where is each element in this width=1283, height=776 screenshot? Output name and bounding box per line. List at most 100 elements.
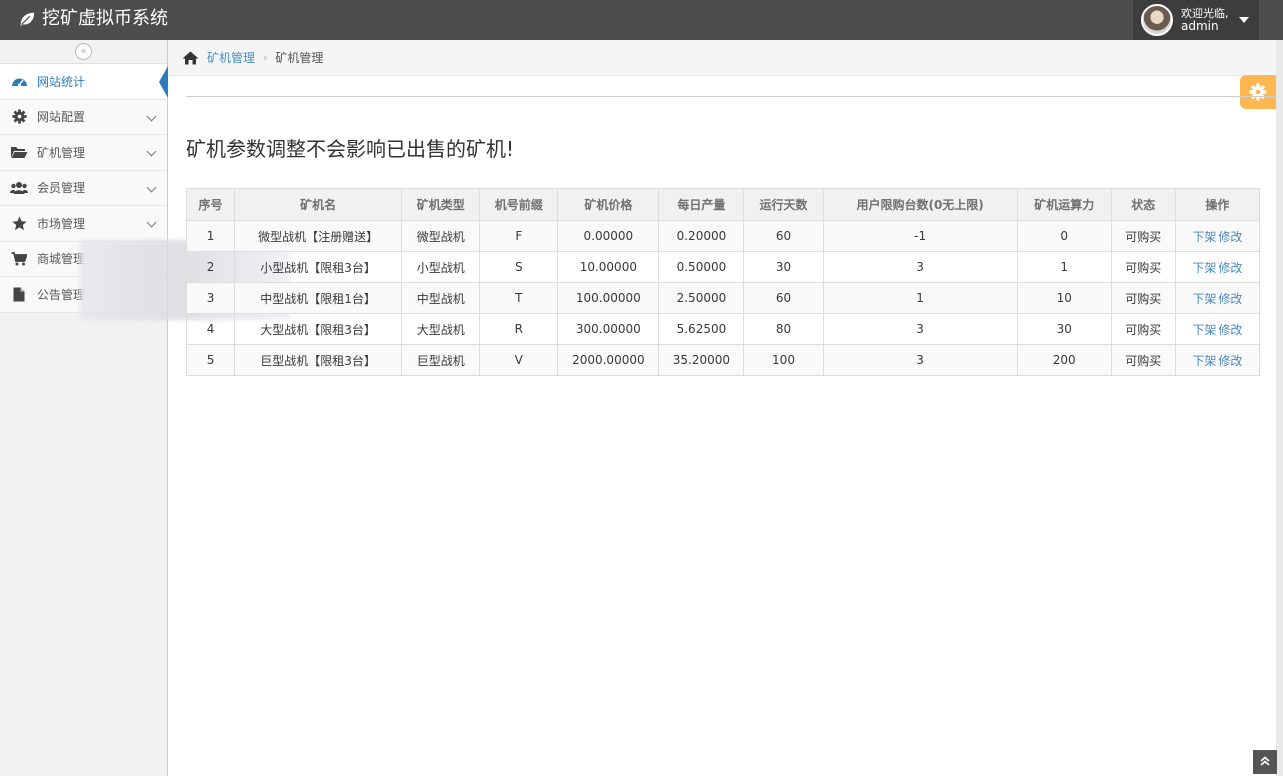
column-header[interactable]: 矿机类型	[401, 188, 481, 221]
back-to-top-button[interactable]	[1253, 750, 1277, 774]
cell-name: 大型战机【限租3台】	[234, 313, 403, 345]
cell-hashpower: 30	[1016, 313, 1112, 345]
column-header[interactable]: 矿机价格	[557, 188, 660, 221]
cell-run-days: 80	[743, 313, 824, 345]
document-icon	[10, 286, 28, 302]
cell-daily-output: 35.20000	[658, 344, 745, 376]
cell-index: 5	[185, 344, 236, 376]
column-header[interactable]: 序号	[185, 188, 236, 221]
cart-icon	[10, 251, 28, 267]
cell-prefix: F	[479, 220, 559, 252]
table-row: 4 大型战机【限租3台】 大型战机 R 300.00000 5.62500 80…	[185, 313, 1261, 345]
settings-toggle-button[interactable]	[1240, 75, 1276, 109]
sidebar-item-label: 网站统计	[37, 74, 86, 89]
column-header[interactable]: 运行天数	[743, 188, 824, 221]
gear-icon	[10, 109, 28, 125]
cell-price: 100.00000	[557, 282, 660, 314]
sidebar-item-label: 公告管理	[37, 287, 86, 302]
column-header[interactable]: 矿机名	[234, 188, 403, 221]
sidebar-item-market-management[interactable]: 市场管理	[0, 206, 167, 242]
chevron-down-icon	[146, 111, 157, 121]
column-header[interactable]: 机号前缀	[479, 188, 559, 221]
off-shelf-link[interactable]: 下架	[1192, 323, 1216, 337]
cell-daily-output: 2.50000	[658, 282, 745, 314]
app-brand[interactable]: 挖矿虚拟币系统	[18, 8, 168, 30]
breadcrumb-separator-icon: ›	[263, 51, 268, 64]
cell-type: 中型战机	[401, 282, 481, 314]
chevron-down-icon	[146, 146, 157, 157]
edit-link[interactable]: 修改	[1218, 323, 1242, 337]
cell-purchase-limit: -1	[822, 220, 1018, 252]
cell-index: 3	[185, 282, 236, 314]
cell-type: 微型战机	[401, 220, 481, 252]
sidebar-item-member-management[interactable]: 会员管理	[0, 170, 167, 206]
cell-hashpower: 0	[1016, 220, 1112, 252]
column-header[interactable]: 状态	[1110, 188, 1176, 221]
caret-down-icon	[1239, 17, 1249, 23]
miner-table: 序号 矿机名 矿机类型 机号前缀 矿机价格 每日产量 运行天数 用户限购台数(0…	[185, 188, 1261, 376]
top-navbar: 挖矿虚拟币系统 欢迎光临, admin	[0, 0, 1283, 40]
user-menu[interactable]: 欢迎光临, admin	[1133, 0, 1259, 40]
off-shelf-link[interactable]: 下架	[1192, 261, 1216, 275]
double-chevron-up-icon	[1260, 756, 1270, 766]
sidebar: « 网站统计 网站配置 矿机管理 会员管理 市场管理 商城管理 公告管理	[0, 40, 168, 776]
edit-link[interactable]: 修改	[1218, 230, 1242, 244]
chevron-down-icon	[146, 182, 157, 192]
cell-name: 巨型战机【限租3台】	[234, 344, 403, 376]
breadcrumb: 矿机管理 › 矿机管理	[168, 40, 1276, 76]
sidebar-item-site-config[interactable]: 网站配置	[0, 99, 167, 135]
avatar	[1141, 4, 1173, 36]
off-shelf-link[interactable]: 下架	[1192, 230, 1216, 244]
breadcrumb-link[interactable]: 矿机管理	[207, 49, 255, 66]
cell-hashpower: 200	[1016, 344, 1112, 376]
sidebar-item-miner-management[interactable]: 矿机管理	[0, 135, 167, 171]
cell-actions: 下架 修改	[1174, 313, 1261, 345]
cell-daily-output: 5.62500	[658, 313, 745, 345]
cell-purchase-limit: 3	[822, 251, 1018, 283]
cell-actions: 下架 修改	[1174, 282, 1261, 314]
sidebar-item-site-stats[interactable]: 网站统计	[0, 64, 168, 100]
status-badge: 可购买	[1110, 344, 1176, 376]
cell-index: 1	[185, 220, 236, 252]
column-header[interactable]: 操作	[1174, 188, 1261, 221]
edit-link[interactable]: 修改	[1218, 354, 1242, 368]
edit-link[interactable]: 修改	[1218, 261, 1242, 275]
cell-type: 巨型战机	[401, 344, 481, 376]
edit-link[interactable]: 修改	[1218, 292, 1242, 306]
header-divider	[186, 96, 1276, 97]
cell-index: 4	[185, 313, 236, 345]
sidebar-item-label: 网站配置	[37, 110, 86, 125]
chevron-down-icon	[146, 217, 157, 228]
sidebar-item-label: 市场管理	[37, 216, 86, 231]
column-header[interactable]: 每日产量	[658, 188, 745, 221]
star-icon	[10, 215, 28, 231]
cell-hashpower: 1	[1016, 251, 1112, 283]
app-title: 挖矿虚拟币系统	[42, 8, 168, 29]
off-shelf-link[interactable]: 下架	[1192, 354, 1216, 368]
status-badge: 可购买	[1110, 313, 1176, 345]
cell-run-days: 30	[743, 251, 824, 283]
breadcrumb-current: 矿机管理	[275, 51, 324, 65]
page-scrollbar[interactable]	[1276, 40, 1283, 776]
cell-daily-output: 0.50000	[658, 251, 745, 283]
sidebar-collapse-button[interactable]: «	[75, 43, 92, 60]
column-header[interactable]: 矿机运算力	[1016, 188, 1112, 221]
cell-prefix: R	[479, 313, 559, 345]
page-notice: 矿机参数调整不会影响已出售的矿机!	[186, 137, 515, 161]
status-badge: 可购买	[1110, 220, 1176, 252]
cell-run-days: 60	[743, 220, 824, 252]
gear-icon	[1249, 83, 1267, 101]
sidebar-item-label: 矿机管理	[37, 145, 86, 160]
home-icon[interactable]	[182, 51, 199, 65]
table-header-row: 序号 矿机名 矿机类型 机号前缀 矿机价格 每日产量 运行天数 用户限购台数(0…	[185, 188, 1261, 221]
cell-actions: 下架 修改	[1174, 220, 1261, 252]
off-shelf-link[interactable]: 下架	[1192, 292, 1216, 306]
column-header[interactable]: 用户限购台数(0无上限)	[822, 188, 1018, 221]
cell-actions: 下架 修改	[1174, 251, 1261, 283]
cell-type: 大型战机	[401, 313, 481, 345]
cell-price: 0.00000	[557, 220, 660, 252]
table-row: 2 小型战机【限租3台】 小型战机 S 10.00000 0.50000 30 …	[185, 251, 1261, 283]
cell-name: 中型战机【限租1台】	[234, 282, 403, 314]
cell-price: 2000.00000	[557, 344, 660, 376]
cell-name: 小型战机【限租3台】	[234, 251, 403, 283]
